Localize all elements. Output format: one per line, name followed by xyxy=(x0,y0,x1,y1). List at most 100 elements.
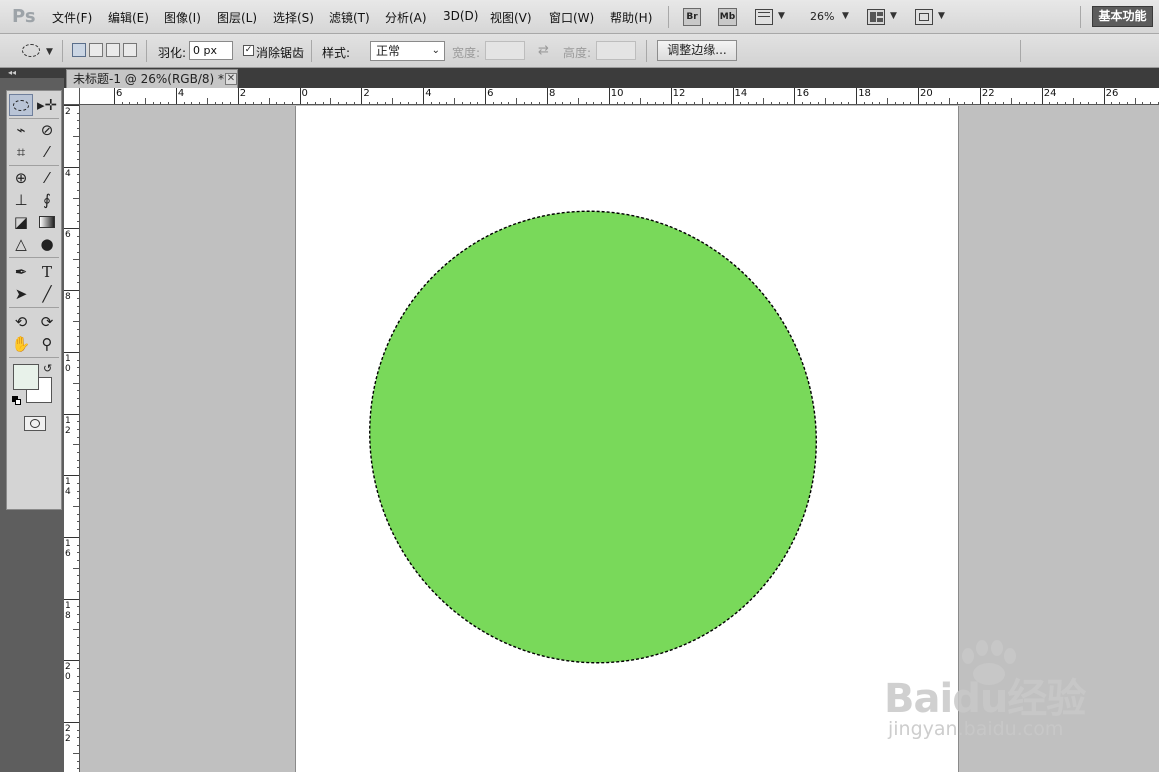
chevron-down-icon[interactable]: ▼ xyxy=(46,47,53,57)
menu-analysis[interactable]: 分析(A) xyxy=(385,9,427,26)
default-colors-icon[interactable] xyxy=(12,396,21,405)
close-icon[interactable]: ✕ xyxy=(225,73,237,85)
chevron-down-icon[interactable]: ▼ xyxy=(890,11,897,21)
menu-window[interactable]: 窗口(W) xyxy=(549,9,594,26)
bridge-icon[interactable]: Br xyxy=(683,8,701,26)
chevron-down-icon[interactable]: ▼ xyxy=(778,11,785,21)
menu-layer[interactable]: 图层(L) xyxy=(217,9,257,26)
ruler-minor-tick xyxy=(879,102,881,104)
3d-orbit-icon[interactable]: ⟳ xyxy=(35,311,59,333)
ruler-minor-tick xyxy=(508,102,510,104)
ruler-tick xyxy=(856,88,858,104)
chevron-down-icon[interactable]: ▼ xyxy=(842,11,849,21)
refine-edge-button[interactable]: 调整边缘... xyxy=(657,40,737,61)
pen-icon[interactable]: ✒ xyxy=(9,261,33,283)
canvas-artwork[interactable] xyxy=(296,106,958,772)
eyedropper-icon[interactable]: ⁄ xyxy=(35,141,59,163)
ruler-tick xyxy=(64,166,79,168)
quick-selection-icon[interactable]: ⊘ xyxy=(35,119,59,141)
ruler-minor-tick xyxy=(77,467,79,469)
ruler-minor-tick xyxy=(647,102,649,104)
workspace-button[interactable]: 基本功能 xyxy=(1092,6,1153,27)
ruler-label: 22 xyxy=(65,724,71,744)
ruler-origin[interactable] xyxy=(64,88,80,105)
tools-box: ▸✛ ⌁ ⊘ ⌗ ⁄ ⊕ ⁄ ⊥ ∮ ◪ △ ● ✒ T ➤ ╱ ⟲ ⟳ ✋ ⚲… xyxy=(6,90,62,510)
document-canvas[interactable] xyxy=(296,106,958,772)
tool-panel: ◂◂ ▸✛ ⌁ ⊘ ⌗ ⁄ ⊕ ⁄ ⊥ ∮ ◪ △ ● ✒ T ➤ ╱ ⟲ ⟳ … xyxy=(0,68,64,772)
new-selection-icon[interactable] xyxy=(72,43,86,57)
arrange-documents-icon[interactable] xyxy=(867,9,885,25)
ruler-minor-tick xyxy=(902,102,904,104)
ruler-minor-tick xyxy=(77,236,79,238)
quick-mask-icon[interactable] xyxy=(24,416,46,431)
3d-rotate-icon[interactable]: ⟲ xyxy=(9,311,33,333)
swap-colors-icon[interactable]: ↺ xyxy=(43,362,52,375)
ruler-vertical[interactable]: 2 4 6 8 10 12 14 16 18 20 22 xyxy=(64,105,80,772)
eraser-icon[interactable]: ◪ xyxy=(9,211,33,233)
menu-3d[interactable]: 3D(D) xyxy=(443,9,478,23)
dodge-icon[interactable]: ● xyxy=(35,233,59,255)
ruler-minor-tick xyxy=(941,102,943,104)
tool-preset-elliptical-marquee-icon[interactable] xyxy=(22,44,40,57)
brush-icon[interactable]: ⁄ xyxy=(35,167,59,189)
ruler-minor-tick xyxy=(1049,102,1051,104)
menu-view[interactable]: 视图(V) xyxy=(490,9,532,26)
blur-icon[interactable]: △ xyxy=(9,233,33,255)
green-ellipse-selection[interactable] xyxy=(296,129,899,744)
menu-help[interactable]: 帮助(H) xyxy=(610,9,652,26)
antialias-checkbox[interactable]: ✓ xyxy=(243,45,254,56)
elliptical-marquee-icon[interactable] xyxy=(9,94,33,116)
ruler-minor-tick xyxy=(77,313,79,315)
ruler-label: 18 xyxy=(65,600,71,621)
zoom-level[interactable]: 26% xyxy=(810,10,834,23)
path-selection-icon[interactable]: ➤ xyxy=(9,283,33,305)
ruler-minor-tick xyxy=(809,102,811,104)
line-icon[interactable]: ╱ xyxy=(35,283,59,305)
ruler-minor-tick xyxy=(199,102,201,104)
width-input[interactable] xyxy=(485,41,525,60)
screen-mode-icon[interactable] xyxy=(915,9,933,25)
menu-select[interactable]: 选择(S) xyxy=(273,9,314,26)
style-select[interactable]: 正常 ⌄ xyxy=(370,41,445,61)
menu-image[interactable]: 图像(I) xyxy=(164,9,201,26)
menu-filter[interactable]: 滤镜(T) xyxy=(329,9,370,26)
healing-brush-icon[interactable]: ⊕ xyxy=(9,167,33,189)
document-tab[interactable]: 未标题-1 @ 26%(RGB/8) * ✕ xyxy=(66,69,238,88)
ruler-tick xyxy=(64,598,79,600)
feather-input[interactable]: 0 px xyxy=(189,41,233,60)
hand-icon[interactable]: ✋ xyxy=(9,333,33,355)
minibridge-icon[interactable]: Mb xyxy=(718,8,737,26)
subtract-from-selection-icon[interactable] xyxy=(106,43,120,57)
ruler-minor-tick xyxy=(686,102,688,104)
ruler-label: 6 xyxy=(65,230,71,241)
ruler-minor-tick xyxy=(77,305,79,307)
ruler-minor-tick xyxy=(523,102,525,104)
chevron-down-icon[interactable]: ▼ xyxy=(938,11,945,21)
height-input[interactable] xyxy=(596,41,636,60)
ruler-minor-tick xyxy=(77,151,79,153)
ruler-minor-tick xyxy=(577,98,579,104)
ruler-horizontal[interactable]: 6 4 2 0 2 4 6 8 10 12 14 16 18 20 22 24 26 xyxy=(80,88,1159,105)
type-icon[interactable]: T xyxy=(35,261,59,283)
ruler-minor-tick xyxy=(253,102,255,104)
ruler-minor-tick xyxy=(407,102,409,104)
collapse-panel-icon[interactable]: ◂◂ xyxy=(0,68,64,78)
clone-stamp-icon[interactable]: ⊥ xyxy=(9,189,33,211)
view-extras-icon[interactable] xyxy=(755,9,773,25)
menu-file[interactable]: 文件(F) xyxy=(52,9,92,26)
style-select-value: 正常 xyxy=(376,44,401,58)
zoom-icon[interactable]: ⚲ xyxy=(35,333,59,355)
swap-icon[interactable]: ⇄ xyxy=(538,43,549,58)
move-tool-icon[interactable]: ▸✛ xyxy=(35,94,59,116)
add-to-selection-icon[interactable] xyxy=(89,43,103,57)
ruler-minor-tick xyxy=(446,102,448,104)
ruler-minor-tick xyxy=(77,675,79,677)
gradient-icon[interactable] xyxy=(35,211,59,233)
crop-icon[interactable]: ⌗ xyxy=(9,141,33,163)
foreground-color-swatch[interactable] xyxy=(13,364,39,390)
ruler-minor-tick xyxy=(1142,102,1144,104)
history-brush-icon[interactable]: ∮ xyxy=(35,189,59,211)
menu-edit[interactable]: 编辑(E) xyxy=(108,9,149,26)
lasso-icon[interactable]: ⌁ xyxy=(9,119,33,141)
intersect-selection-icon[interactable] xyxy=(123,43,137,57)
